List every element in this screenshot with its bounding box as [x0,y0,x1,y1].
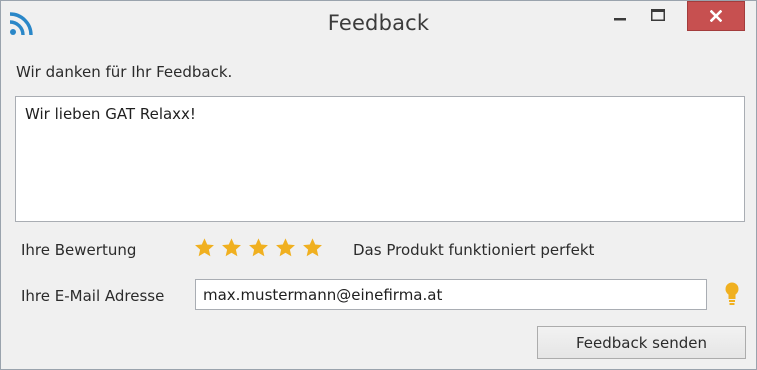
star-icon[interactable] [302,237,323,258]
email-label: Ihre E-Mail Adresse [21,287,165,305]
feedback-text: Wir lieben GAT Relaxx! [25,105,196,123]
feedback-textarea[interactable]: Wir lieben GAT Relaxx! [15,96,745,222]
thanks-text: Wir danken für Ihr Feedback. [16,63,233,81]
maximize-icon [651,9,665,21]
rating-label: Ihre Bewertung [21,241,137,259]
star-icon[interactable] [248,237,269,258]
close-button[interactable] [687,1,745,31]
star-icon[interactable] [275,237,296,258]
star-icon[interactable] [221,237,242,258]
lightbulb-icon [725,282,739,305]
star-rating[interactable] [194,237,323,258]
minimize-button[interactable] [604,1,636,29]
maximize-button[interactable] [642,1,674,29]
feedback-window: Feedback Wir danken für Ihr Feedback. Wi… [0,0,757,370]
close-icon [710,10,722,22]
title-bar[interactable]: Feedback [1,1,756,47]
rating-description: Das Produkt funktioniert perfekt [353,241,595,259]
minimize-icon [614,18,626,21]
send-feedback-button[interactable]: Feedback senden [537,326,746,359]
star-icon[interactable] [194,237,215,258]
email-field[interactable] [195,279,707,310]
